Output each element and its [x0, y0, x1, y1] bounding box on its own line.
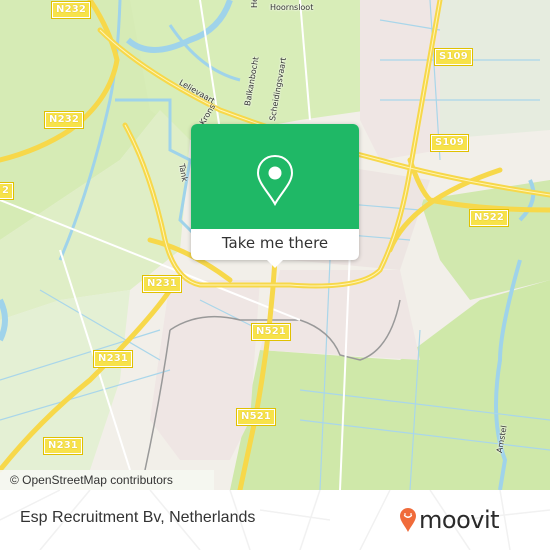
road-label-n232: N232: [43, 111, 85, 129]
street-label-hoornsloot: Hoornsloot: [270, 3, 314, 12]
road-label-n231: N231: [141, 275, 183, 293]
road-label-n232: 2: [0, 182, 15, 200]
location-pin-icon: [256, 154, 294, 206]
location-popup: Take me there: [191, 124, 359, 268]
street-label-heuvel: Heuvel: [250, 0, 259, 8]
road-label-n232: N232: [50, 1, 92, 19]
road-label-n231: N231: [92, 350, 134, 368]
moovit-wordmark: moovit: [419, 506, 500, 534]
popup-pointer: [267, 260, 283, 268]
footer-bar: Esp Recruitment Bv, Netherlands moovit: [0, 490, 550, 550]
road-label-s109: S109: [430, 134, 469, 152]
popup-header: [191, 124, 359, 229]
road-label-n522: N522: [468, 209, 510, 227]
road-label-n231: N231: [42, 437, 84, 455]
road-label-n521: N521: [235, 408, 277, 426]
road-label-s109: S109: [434, 48, 473, 66]
map-view[interactable]: N232 N232 2 N231 N231 N231 N521 N521 S10…: [0, 0, 550, 490]
map-attribution[interactable]: © OpenStreetMap contributors: [0, 470, 214, 490]
road-label-n521: N521: [250, 323, 292, 341]
moovit-logo[interactable]: moovit: [399, 506, 500, 534]
take-me-there-button[interactable]: Take me there: [191, 229, 359, 260]
place-name: Esp Recruitment Bv, Netherlands: [20, 509, 256, 526]
moovit-pin-icon: [400, 508, 416, 532]
